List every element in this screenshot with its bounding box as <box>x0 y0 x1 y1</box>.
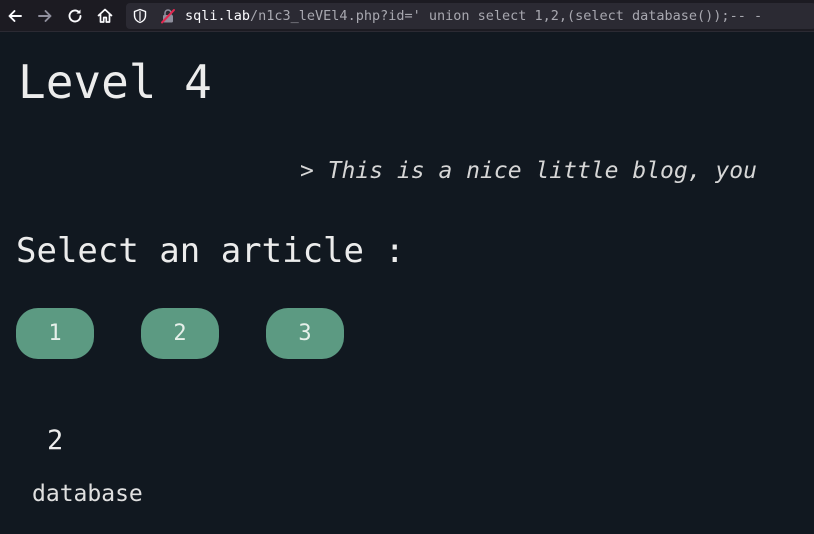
article-2-button[interactable]: 2 <box>141 308 219 359</box>
blog-quote: > This is a nice little blog, you <box>300 158 757 184</box>
reload-button[interactable] <box>64 5 86 27</box>
shield-icon[interactable] <box>132 8 148 24</box>
page-title: Level 4 <box>18 55 212 109</box>
select-article-heading: Select an article : <box>16 231 405 271</box>
browser-toolbar: sqli.lab/n1c3_leVEl4.php?id=' union sele… <box>0 0 814 32</box>
back-button[interactable] <box>4 5 26 27</box>
url-path: /n1c3_leVEl4.php?id=' union select 1,2,(… <box>250 8 763 24</box>
forward-button[interactable] <box>34 5 56 27</box>
back-arrow-icon <box>8 10 22 22</box>
article-3-button[interactable]: 3 <box>266 308 344 359</box>
forward-arrow-icon <box>38 10 52 22</box>
result-text: database <box>32 481 143 507</box>
home-button[interactable] <box>94 5 116 27</box>
insecure-lock-icon[interactable] <box>160 8 176 24</box>
url-text[interactable]: sqli.lab/n1c3_leVEl4.php?id=' union sele… <box>185 8 814 24</box>
home-icon <box>97 8 113 23</box>
reload-icon <box>68 9 82 23</box>
result-number: 2 <box>47 425 64 456</box>
address-bar[interactable]: sqli.lab/n1c3_leVEl4.php?id=' union sele… <box>126 3 814 29</box>
article-1-button[interactable]: 1 <box>16 308 94 359</box>
url-host: sqli.lab <box>185 8 251 24</box>
